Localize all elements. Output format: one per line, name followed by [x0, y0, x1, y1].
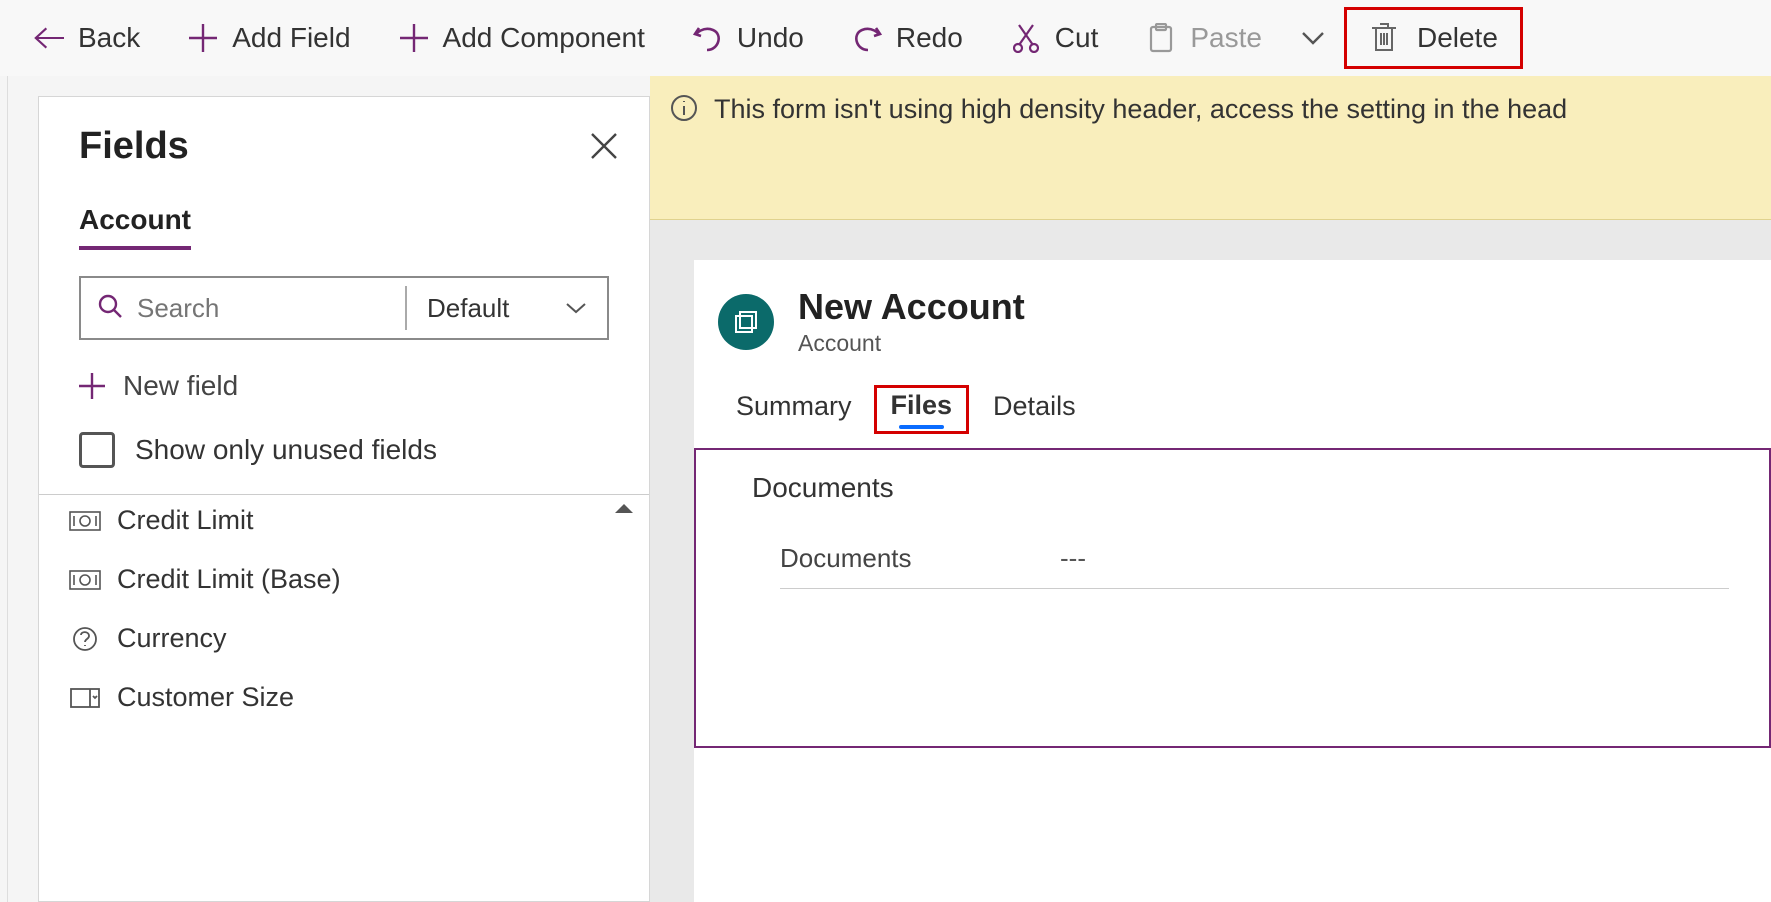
clipboard-icon	[1146, 23, 1176, 53]
currency-field-icon	[69, 569, 101, 591]
optionset-icon	[69, 687, 101, 709]
entity-tab-account[interactable]: Account	[79, 204, 191, 250]
form-canvas: This form isn't using high density heade…	[650, 76, 1771, 902]
paste-button: Paste	[1122, 0, 1286, 76]
filter-dropdown[interactable]: Default	[407, 278, 607, 338]
documents-row[interactable]: Documents ---	[780, 528, 1729, 588]
info-banner: This form isn't using high density heade…	[650, 76, 1771, 220]
undo-icon	[693, 23, 723, 53]
add-field-button[interactable]: Add Field	[164, 0, 374, 76]
add-component-label: Add Component	[443, 22, 645, 54]
add-field-label: Add Field	[232, 22, 350, 54]
entity-avatar-icon	[718, 294, 774, 350]
cut-button[interactable]: Cut	[987, 0, 1123, 76]
field-list: Credit Limit Credit Limit (Base) Currenc…	[39, 494, 649, 901]
plus-icon	[188, 23, 218, 53]
section-title: Documents	[752, 472, 1729, 504]
search-icon	[97, 293, 123, 324]
field-item-credit-limit[interactable]: Credit Limit	[39, 495, 649, 550]
form-tabs: Summary Files Details	[694, 385, 1771, 434]
currency-field-icon	[69, 510, 101, 532]
new-field-label: New field	[123, 370, 238, 402]
arrow-left-icon	[34, 23, 64, 53]
tab-files[interactable]: Files	[874, 385, 970, 434]
show-unused-row[interactable]: Show only unused fields	[79, 432, 609, 468]
paste-more-button[interactable]	[1286, 0, 1340, 76]
search-row: Default	[79, 276, 609, 340]
show-unused-checkbox[interactable]	[79, 432, 115, 468]
delete-label: Delete	[1417, 22, 1498, 54]
field-label: Currency	[117, 623, 227, 654]
undo-label: Undo	[737, 22, 804, 54]
documents-label: Documents	[780, 543, 1060, 574]
form-title: New Account	[798, 286, 1025, 328]
back-button[interactable]: Back	[10, 0, 164, 76]
redo-icon	[852, 23, 882, 53]
fields-panel: Fields Account Default New field	[38, 96, 650, 902]
redo-label: Redo	[896, 22, 963, 54]
tab-summary[interactable]: Summary	[718, 385, 870, 434]
delete-highlight: Delete	[1344, 7, 1523, 69]
show-unused-label: Show only unused fields	[135, 434, 437, 466]
new-field-button[interactable]: New field	[79, 370, 609, 402]
trash-icon	[1369, 23, 1399, 53]
undo-button[interactable]: Undo	[669, 0, 828, 76]
field-label: Customer Size	[117, 682, 294, 713]
filter-selected: Default	[427, 293, 509, 324]
field-item-customer-size[interactable]: Customer Size	[39, 668, 649, 727]
search-input[interactable]	[137, 293, 389, 324]
redo-button[interactable]: Redo	[828, 0, 987, 76]
field-label: Credit Limit (Base)	[117, 564, 341, 595]
fields-panel-title: Fields	[79, 125, 189, 168]
chevron-down-icon	[1298, 23, 1328, 53]
paste-label: Paste	[1190, 22, 1262, 54]
documents-section[interactable]: Documents Documents ---	[694, 448, 1771, 748]
form-card: New Account Account Summary Files Detail…	[694, 260, 1771, 902]
delete-button[interactable]: Delete	[1357, 10, 1510, 66]
add-component-button[interactable]: Add Component	[375, 0, 669, 76]
back-label: Back	[78, 22, 140, 54]
cut-label: Cut	[1055, 22, 1099, 54]
scissors-icon	[1011, 23, 1041, 53]
toolbar: Back Add Field Add Component Undo Redo C…	[0, 0, 1771, 76]
left-rail	[0, 76, 8, 902]
field-label: Credit Limit	[117, 505, 254, 536]
field-item-credit-limit-base[interactable]: Credit Limit (Base)	[39, 550, 649, 609]
tab-details[interactable]: Details	[975, 385, 1094, 434]
documents-value: ---	[1060, 543, 1086, 574]
info-text: This form isn't using high density heade…	[714, 94, 1567, 125]
info-icon	[670, 94, 698, 129]
form-subtitle: Account	[798, 330, 1025, 357]
close-panel-button[interactable]	[589, 125, 619, 166]
plus-icon	[399, 23, 429, 53]
help-icon	[69, 628, 101, 650]
field-item-currency[interactable]: Currency	[39, 609, 649, 668]
